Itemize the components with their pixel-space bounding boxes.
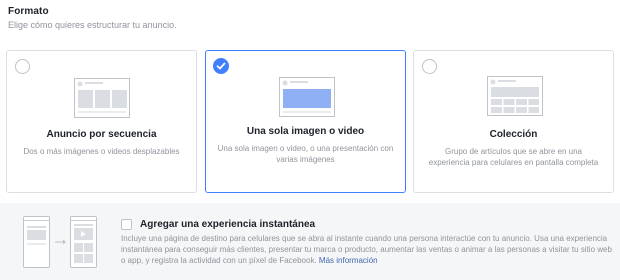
format-section-header: Formato Elige cómo quieres estructurar t…: [8, 6, 177, 30]
checkmark-icon: [216, 62, 226, 70]
instant-experience-label: Agregar una experiencia instantánea: [140, 219, 316, 230]
format-label: Anuncio por secuencia: [46, 129, 157, 140]
single-image-thumbnail-icon: [279, 77, 335, 117]
format-card-carousel[interactable]: Anuncio por secuencia Dos o más imágenes…: [6, 50, 197, 193]
carousel-thumbnail-icon: [74, 78, 130, 118]
collection-thumbnail-icon: [487, 76, 543, 116]
radio-button-checked[interactable]: [213, 58, 229, 74]
format-description: Grupo de artículos que se abre en una ex…: [428, 147, 599, 167]
format-label: Colección: [489, 129, 538, 140]
format-options: Anuncio por secuencia Dos o más imágenes…: [6, 50, 614, 194]
instant-experience-option[interactable]: Agregar una experiencia instantánea: [121, 219, 315, 230]
radio-button[interactable]: [15, 59, 30, 74]
radio-button[interactable]: [422, 59, 437, 74]
instant-experience-description: Incluye una página de destino para celul…: [121, 233, 613, 266]
section-subtitle: Elige cómo quieres estructurar tu anunci…: [8, 20, 177, 30]
format-card-single-image[interactable]: Una sola imagen o video Una sola imagen …: [205, 50, 406, 193]
instant-experience-checkbox[interactable]: [121, 219, 132, 230]
format-description: Dos o más imágenes o videos desplazables: [23, 147, 180, 156]
format-label: Una sola imagen o video: [246, 126, 365, 137]
learn-more-link[interactable]: Más información: [319, 256, 378, 265]
format-card-collection[interactable]: Colección Grupo de artículos que se abre…: [413, 50, 614, 193]
instant-experience-phones-icon: [23, 216, 97, 268]
format-description: Una sola imagen o video, o una presentac…: [217, 144, 394, 164]
section-title: Formato: [8, 6, 49, 17]
